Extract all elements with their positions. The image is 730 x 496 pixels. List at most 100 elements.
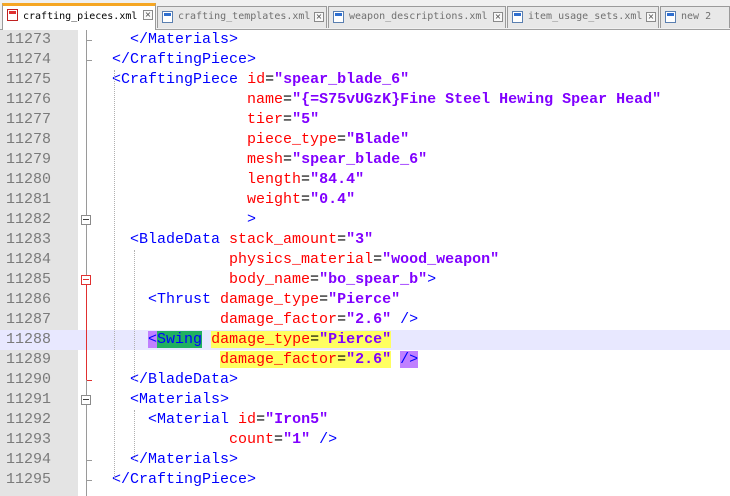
close-tab-icon[interactable]: × — [646, 12, 656, 22]
code-text: > — [94, 210, 256, 230]
code-line[interactable]: 11275 <CraftingPiece id="spear_blade_6" — [0, 70, 730, 90]
code-text: <Swing damage_type="Pierce" — [94, 330, 392, 350]
xml-tag: </Materials> — [130, 451, 239, 468]
attribute-name: piece_type — [247, 131, 338, 148]
code-line[interactable]: 11274 </CraftingPiece> — [0, 50, 730, 70]
equals-sign: = — [337, 131, 347, 148]
code-text: piece_type="Blade" — [94, 130, 409, 150]
code-text: mesh="spear_blade_6" — [94, 150, 427, 170]
xml-tag: <Thrust — [148, 291, 212, 308]
tab-crafting-templates[interactable]: crafting_templates.xml × — [157, 6, 327, 28]
code-line[interactable]: 11289 damage_factor="2.6" /> — [0, 350, 730, 370]
close-tab-icon[interactable]: × — [493, 12, 503, 22]
code-line[interactable]: 11293 count="1" /> — [0, 430, 730, 450]
equals-sign: = — [283, 111, 293, 128]
code-line[interactable]: 11281 weight="0.4" — [0, 190, 730, 210]
fold-line — [86, 225, 87, 275]
code-text: <Material id="Iron5" — [94, 410, 328, 430]
equals-sign: = — [301, 191, 311, 208]
attribute-value: "3" — [346, 231, 374, 248]
line-number: 11275 — [6, 71, 52, 88]
attribute-value: "2.6" — [346, 351, 392, 368]
tab-crafting-pieces[interactable]: crafting_pieces.xml × — [2, 3, 156, 30]
attribute-name: damage_factor — [220, 311, 338, 328]
tab-label: weapon_descriptions.xml — [349, 11, 488, 22]
code-line[interactable]: 11292 <Material id="Iron5" — [0, 410, 730, 430]
line-number: 11273 — [6, 31, 52, 48]
indent-guide — [134, 410, 135, 460]
saved-file-icon — [333, 11, 344, 23]
attribute-value: "2.6" — [346, 311, 392, 328]
code-line[interactable]: 11276 name="{=S75vUGzK}Fine Steel Hewing… — [0, 90, 730, 110]
code-line[interactable]: 11286 <Thrust damage_type="Pierce" — [0, 290, 730, 310]
tab-item-usage-sets[interactable]: item_usage_sets.xml × — [507, 6, 659, 28]
xml-tag: </Materials> — [130, 31, 239, 48]
code-text: </CraftingPiece> — [94, 470, 256, 490]
attribute-name: name — [247, 91, 284, 108]
tab-weapon-descriptions[interactable]: weapon_descriptions.xml × — [328, 6, 506, 28]
saved-file-icon — [665, 11, 676, 23]
line-number: 11290 — [6, 371, 52, 388]
code-line[interactable]: 11290 </BladeData> — [0, 370, 730, 390]
code-line[interactable]: 11284 physics_material="wood_weapon" — [0, 250, 730, 270]
code-line[interactable]: 11277 tier="5" — [0, 110, 730, 130]
line-number: 11286 — [6, 291, 52, 308]
xml-tag: /> — [400, 311, 419, 328]
line-number: 11283 — [6, 231, 52, 248]
code-line[interactable]: 11285 body_name="bo_spear_b"> — [0, 270, 730, 290]
code-line[interactable]: 11282 > — [0, 210, 730, 230]
attribute-value: "spear_blade_6" — [274, 71, 410, 88]
code-line[interactable]: 11287 damage_factor="2.6" /> — [0, 310, 730, 330]
equals-sign: = — [256, 411, 266, 428]
attribute-value: "{=S75vUGzK}Fine Steel Hewing Spear Head… — [292, 91, 662, 108]
fold-collapse-icon[interactable] — [81, 215, 91, 225]
code-line[interactable]: 11280 length="84.4" — [0, 170, 730, 190]
line-number: 11293 — [6, 431, 52, 448]
code-line[interactable]: 11273 </Materials> — [0, 30, 730, 50]
code-line[interactable]: 11294 </Materials> — [0, 450, 730, 470]
code-line[interactable]: 11283 <BladeData stack_amount="3" — [0, 230, 730, 250]
code-text: </CraftingPiece> — [94, 50, 256, 70]
modified-file-icon — [7, 9, 18, 21]
equals-sign: = — [319, 291, 329, 308]
code-line[interactable]: 11279 mesh="spear_blade_6" — [0, 150, 730, 170]
attribute-name: length — [247, 171, 302, 188]
code-text: <CraftingPiece id="spear_blade_6" — [94, 70, 409, 90]
attribute-value: "5" — [292, 111, 320, 128]
close-tab-icon[interactable]: × — [314, 12, 324, 22]
tab-label: crafting_pieces.xml — [23, 11, 138, 22]
code-line[interactable]: 11278 piece_type="Blade" — [0, 130, 730, 150]
code-text: tier="5" — [94, 110, 319, 130]
code-line[interactable]: 11291 <Materials> — [0, 390, 730, 410]
code-line-current[interactable]: 11288 <Swing damage_type="Pierce" — [0, 330, 730, 350]
fold-line — [86, 380, 87, 395]
line-number: 11291 — [6, 391, 52, 408]
xml-tag: <CraftingPiece — [112, 71, 239, 88]
attribute-value: "Pierce" — [328, 291, 401, 308]
attribute-name: count — [229, 431, 275, 448]
close-tab-icon[interactable]: × — [143, 10, 153, 20]
tab-new-2[interactable]: new 2 — [660, 6, 730, 28]
fold-collapse-icon[interactable] — [81, 395, 91, 405]
attribute-name: damage_factor — [220, 351, 338, 368]
attribute-name: mesh — [247, 151, 284, 168]
fold-collapse-icon[interactable] — [81, 275, 91, 285]
tab-label: crafting_templates.xml — [178, 11, 311, 22]
indent-guide — [114, 70, 115, 480]
equals-sign: = — [337, 231, 347, 248]
attribute-value: "Pierce" — [319, 331, 392, 348]
line-number: 11277 — [6, 111, 52, 128]
code-line[interactable]: 11295 </CraftingPiece> — [0, 470, 730, 490]
